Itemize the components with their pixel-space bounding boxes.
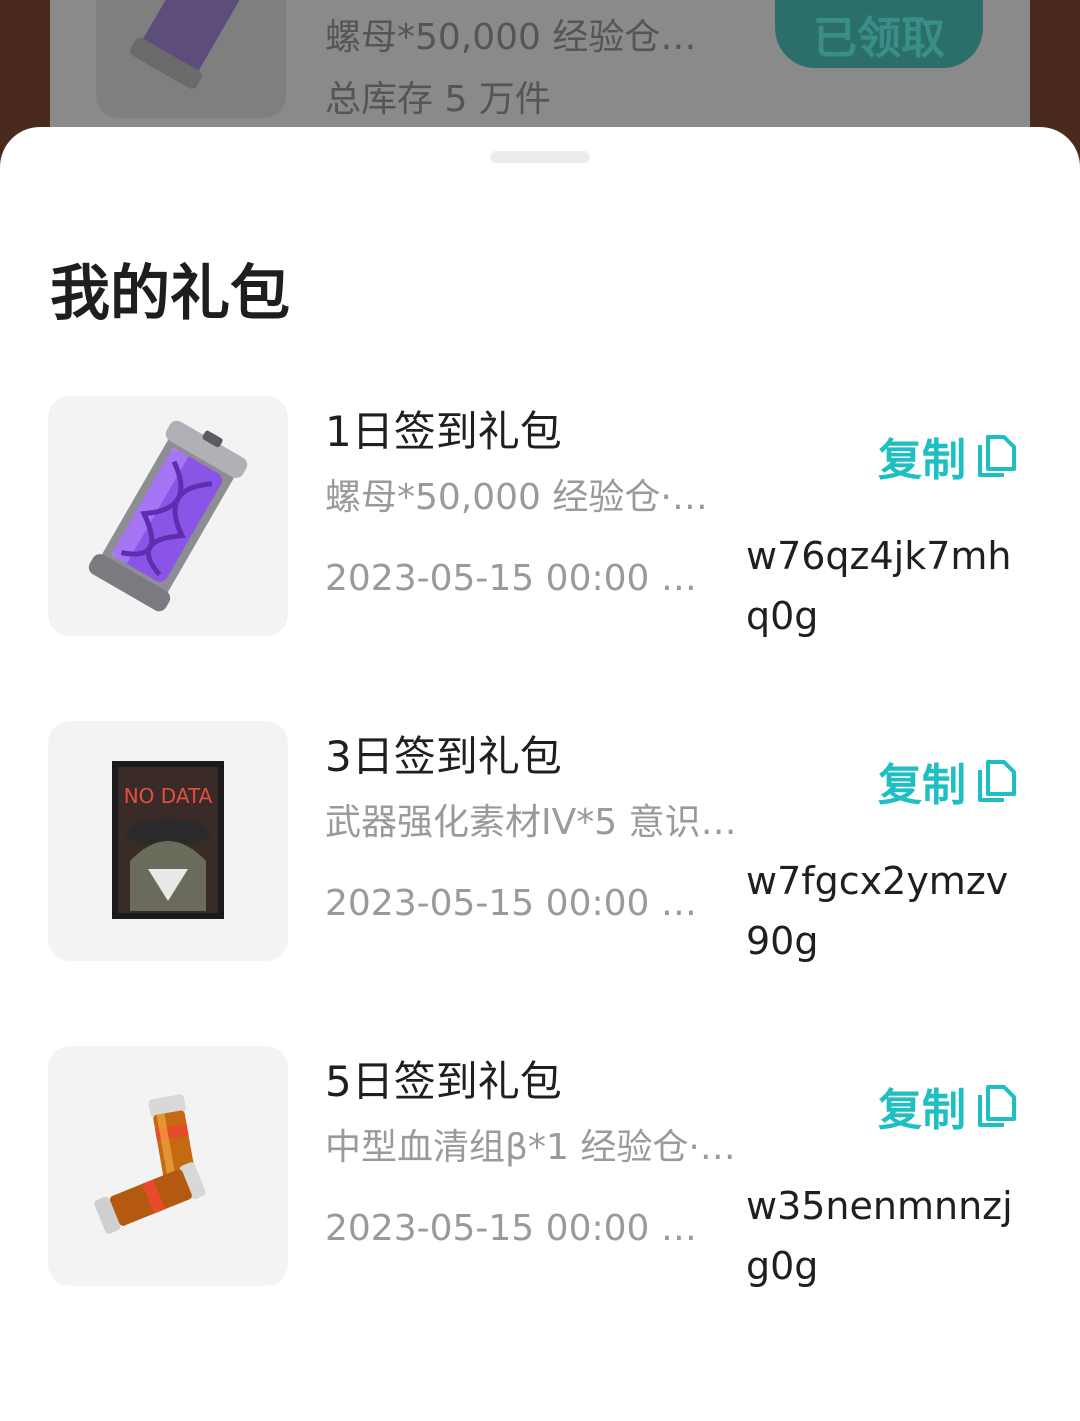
gift-item: 1日签到礼包 螺母*50,000 经验仓·… 2023-05-15 00:00 …: [0, 396, 1080, 638]
background-card-stock: 总库存 5 万件: [325, 79, 551, 120]
background-card-desc: 螺母*50,000 经验仓…: [325, 17, 697, 58]
gift-date: 2023-05-15 00:00 …: [325, 883, 697, 924]
gift-code[interactable]: w76qz4jk7mhq0g: [746, 526, 1026, 646]
gift-name: 1日签到礼包: [325, 407, 562, 456]
copy-icon: [978, 760, 1016, 802]
gift-desc: 中型血清组β*1 经验仓·…: [325, 1127, 736, 1168]
gift-thumbnail: [48, 1046, 288, 1286]
background-exp-capsule-icon: [96, 0, 286, 118]
copy-label: 复制: [878, 760, 966, 811]
gift-date: 2023-05-15 00:00 …: [325, 558, 697, 599]
gift-item: NO DATA 3日签到礼包 武器强化素材IV*5 意识… 2023-05-15…: [0, 721, 1080, 963]
serum-vials-icon: [94, 1094, 206, 1234]
sheet-title: 我的礼包: [50, 259, 290, 329]
copy-icon: [978, 1085, 1016, 1127]
gift-item: 5日签到礼包 中型血清组β*1 经验仓·… 2023-05-15 00:00 ……: [0, 1046, 1080, 1288]
gift-code[interactable]: w35nenmnnzjg0g: [746, 1176, 1026, 1296]
gift-desc: 螺母*50,000 经验仓·…: [325, 477, 708, 518]
copy-button[interactable]: 复制: [878, 426, 1018, 486]
copy-label: 复制: [878, 1085, 966, 1136]
copy-button[interactable]: 复制: [878, 751, 1018, 811]
copy-icon: [978, 435, 1016, 477]
gift-name: 5日签到礼包: [325, 1057, 562, 1106]
gift-thumbnail: NO DATA: [48, 721, 288, 961]
no-data-card-icon: NO DATA: [112, 761, 224, 919]
gift-date: 2023-05-15 00:00 …: [325, 1208, 697, 1249]
exp-capsule-icon: [88, 420, 248, 612]
gift-name: 3日签到礼包: [325, 732, 562, 781]
gift-code[interactable]: w7fgcx2ymzv90g: [746, 851, 1026, 971]
sheet-drag-handle[interactable]: [490, 151, 590, 163]
gift-desc: 武器强化素材IV*5 意识…: [325, 802, 737, 843]
gift-thumbnail: [48, 396, 288, 636]
my-gifts-sheet: 我的礼包 1日签到礼包 螺母*50,000 经验仓·… 2023-05-15 0…: [0, 127, 1080, 1421]
claimed-button[interactable]: 已领取: [775, 0, 983, 68]
copy-button[interactable]: 复制: [878, 1076, 1018, 1136]
svg-text:NO DATA: NO DATA: [124, 784, 213, 808]
copy-label: 复制: [878, 435, 966, 486]
